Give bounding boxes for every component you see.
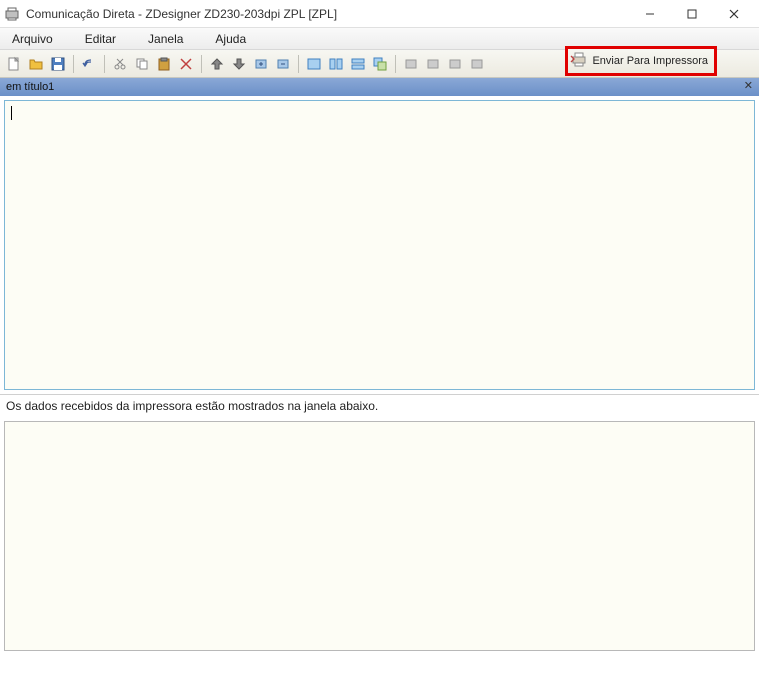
copy-icon[interactable] (132, 54, 152, 74)
code-editor-input[interactable] (5, 101, 754, 389)
paste-icon[interactable] (154, 54, 174, 74)
printer-tool-icon[interactable] (207, 54, 227, 74)
device-remove-icon[interactable] (273, 54, 293, 74)
menu-ajuda[interactable]: Ajuda (211, 30, 250, 48)
window-split-v-icon[interactable] (348, 54, 368, 74)
document-tab-strip: em título1 ✕ (0, 78, 759, 96)
maximize-button[interactable] (671, 1, 713, 27)
cut-icon[interactable] (110, 54, 130, 74)
menu-janela[interactable]: Janela (144, 30, 187, 48)
close-button[interactable] (713, 1, 755, 27)
title-bar: Comunicação Direta - ZDesigner ZD230-203… (0, 0, 759, 28)
save-icon[interactable] (48, 54, 68, 74)
disabled-tool-4-icon (467, 54, 487, 74)
menu-arquivo[interactable]: Arquivo (8, 30, 57, 48)
app-icon (4, 6, 20, 22)
toolbar-separator (201, 55, 202, 73)
toolbar-separator (395, 55, 396, 73)
window-cascade-icon[interactable] (370, 54, 390, 74)
output-area[interactable] (4, 421, 755, 651)
send-to-printer-label: Enviar Para Impressora (592, 55, 708, 67)
minimize-button[interactable] (629, 1, 671, 27)
window-single-icon[interactable] (304, 54, 324, 74)
new-file-icon[interactable] (4, 54, 24, 74)
printer-send-icon (570, 50, 588, 73)
disabled-tool-3-icon (445, 54, 465, 74)
toolbar-separator (73, 55, 74, 73)
menu-editar[interactable]: Editar (81, 30, 120, 48)
toolbar-separator (104, 55, 105, 73)
disabled-tool-2-icon (423, 54, 443, 74)
undo-icon[interactable] (79, 54, 99, 74)
tab-close-icon[interactable]: ✕ (744, 79, 753, 92)
window-split-h-icon[interactable] (326, 54, 346, 74)
document-tab-label[interactable]: em título1 (6, 81, 54, 93)
editor-area[interactable] (4, 100, 755, 390)
send-to-printer-button[interactable]: Enviar Para Impressora (565, 46, 717, 76)
delete-icon[interactable] (176, 54, 196, 74)
device-add-icon[interactable] (251, 54, 271, 74)
toolbar: Enviar Para Impressora (0, 50, 759, 78)
output-info-label: Os dados recebidos da impressora estão m… (0, 394, 759, 417)
window-controls (629, 1, 755, 27)
disabled-tool-1-icon (401, 54, 421, 74)
toolbar-separator (298, 55, 299, 73)
window-title: Comunicação Direta - ZDesigner ZD230-203… (26, 7, 629, 21)
download-icon[interactable] (229, 54, 249, 74)
text-cursor (11, 106, 12, 120)
open-file-icon[interactable] (26, 54, 46, 74)
